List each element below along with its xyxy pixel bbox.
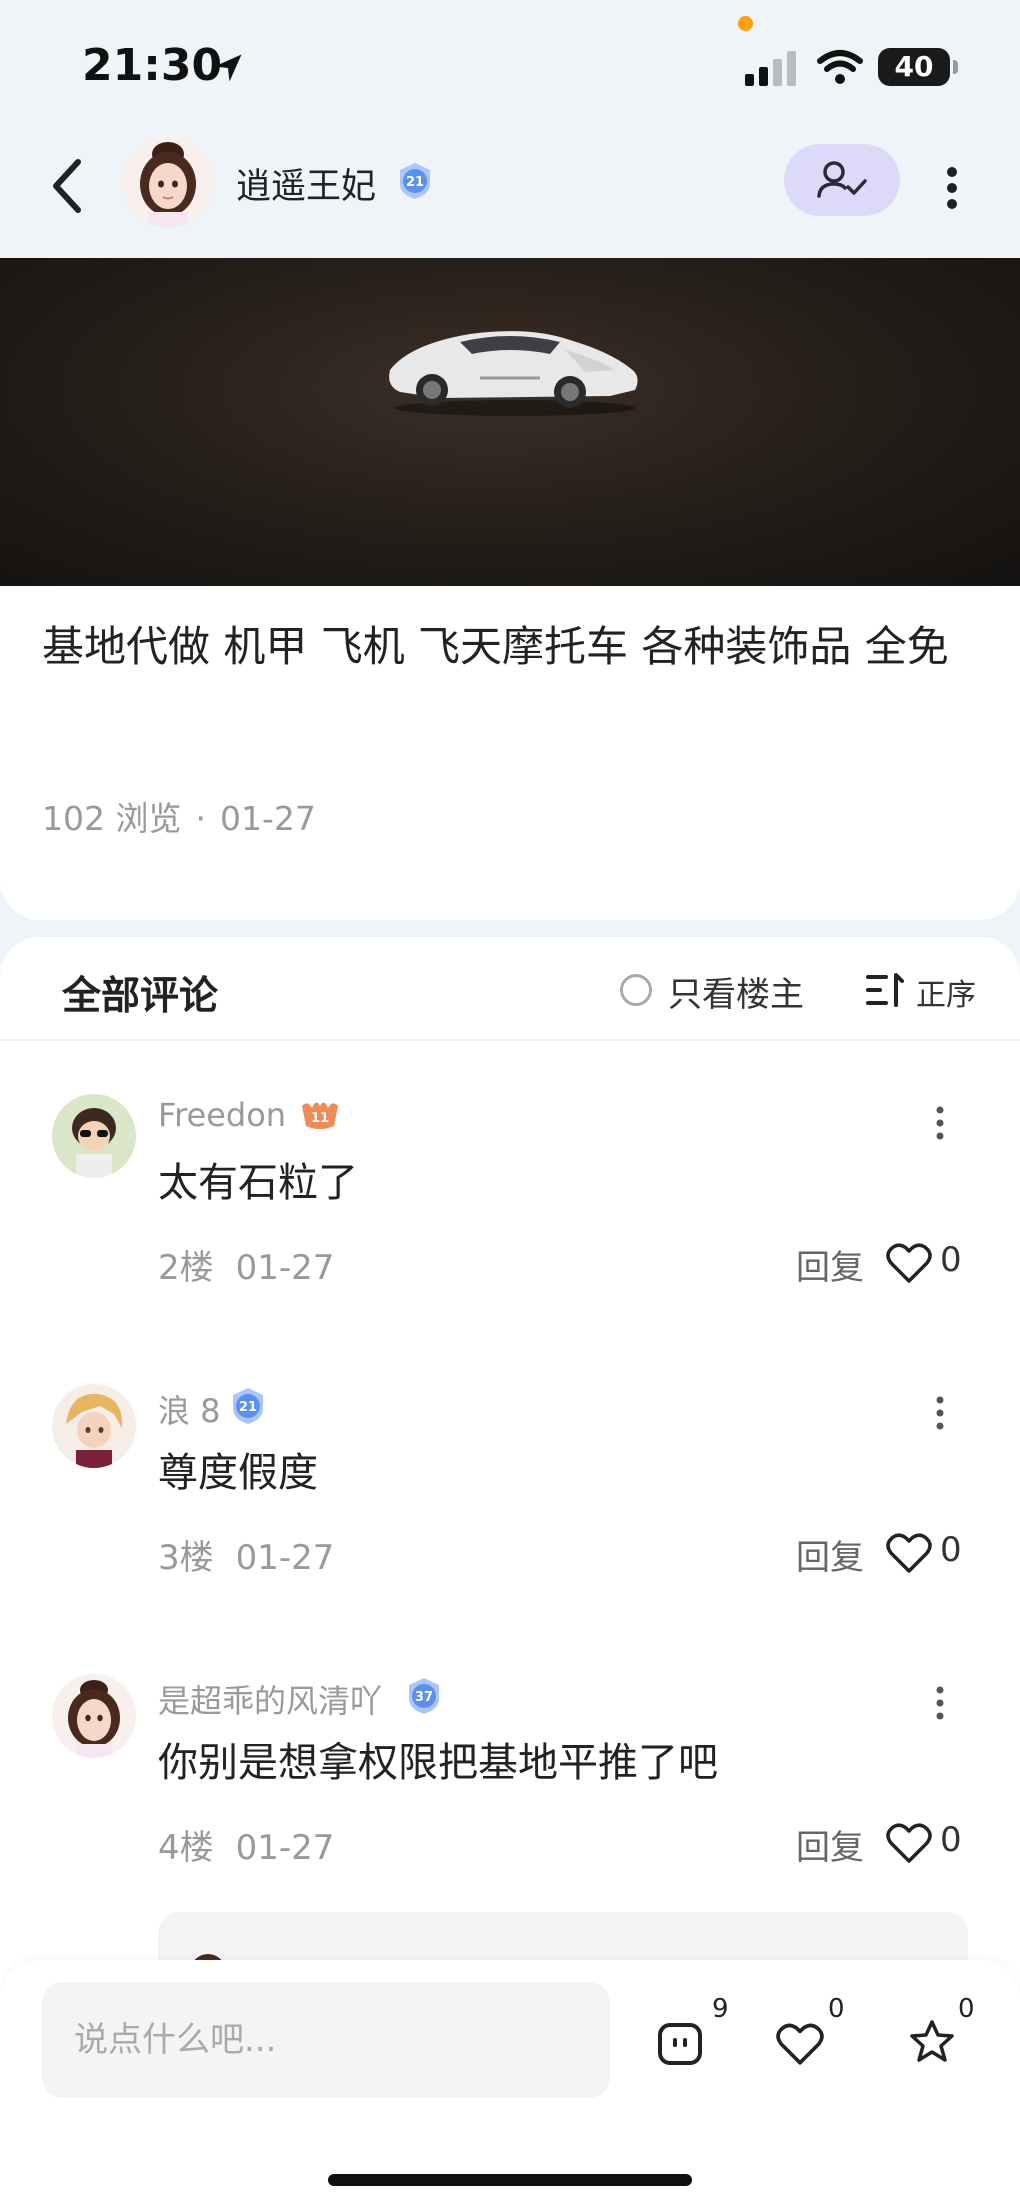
comment-username[interactable]: 浪 8 [158, 1386, 221, 1432]
heart-icon[interactable] [886, 1242, 932, 1284]
car-image [389, 331, 638, 416]
level-badge-text: 21 [406, 175, 424, 190]
comment-icon[interactable] [656, 2022, 704, 2066]
follow-icon [817, 161, 867, 198]
level-badge-icon: 21 [400, 163, 430, 199]
privacy-indicator [738, 16, 753, 31]
location-arrow-icon [214, 54, 242, 82]
favorite-count: 0 [958, 1994, 975, 2024]
comment-text: 尊度假度 [158, 1450, 318, 1496]
level-badge-text: 37 [415, 1690, 433, 1705]
more-icon[interactable] [930, 1680, 950, 1730]
level-badge-text: 21 [239, 1400, 257, 1415]
back-icon[interactable] [48, 156, 88, 216]
post-date: 01-27 [219, 799, 316, 838]
comment-avatar[interactable] [52, 1384, 136, 1468]
floor-number: 2楼 [158, 1248, 214, 1288]
comments-header: 全部评论 只看楼主 正序 [0, 937, 1020, 1041]
post-image[interactable] [0, 258, 1020, 586]
heart-icon[interactable] [886, 1822, 932, 1864]
signal-icon [745, 51, 796, 86]
level-badge-icon: 11 [302, 1102, 338, 1129]
battery-indicator: 40 [878, 48, 958, 86]
comment-username[interactable]: 是超乖的风清吖 [158, 1676, 382, 1722]
comment-avatar[interactable] [52, 1094, 136, 1178]
like-count: 0 [828, 1994, 845, 2024]
post-card: 基地代做 机甲 飞机 飞天摩托车 各种装饰品 全免 102 浏览 · 01-27 [0, 586, 1020, 920]
more-icon[interactable] [930, 1390, 950, 1440]
reply-button[interactable]: 回复 [796, 1530, 864, 1579]
home-indicator[interactable] [328, 2174, 692, 2186]
star-icon[interactable] [908, 2018, 956, 2066]
comment-item: Freedon 11 太有石粒了 2楼 01-27 回复 0 [0, 1094, 1020, 1384]
comment-input[interactable] [42, 1982, 610, 2098]
post-title: 基地代做 机甲 飞机 飞天摩托车 各种装饰品 全免 [42, 622, 949, 671]
post-header: 逍遥王妃 21 [0, 130, 1020, 258]
status-time: 21:30 [82, 40, 223, 91]
reply-button[interactable]: 回复 [796, 1240, 864, 1289]
comment-username[interactable]: Freedon [158, 1096, 286, 1134]
sort-icon[interactable] [864, 971, 904, 1009]
heart-icon[interactable] [776, 2022, 824, 2066]
owner-only-radio[interactable] [620, 974, 652, 1006]
floor-number: 4楼 [158, 1828, 214, 1868]
author-name[interactable]: 逍遥王妃 [236, 158, 376, 209]
heart-icon[interactable] [886, 1532, 932, 1574]
comment-avatar[interactable] [52, 1674, 136, 1758]
level-badge-icon: 37 [409, 1678, 439, 1714]
status-bar: 21:30 40 [0, 0, 1020, 130]
comment-floor: 3楼 01-27 [158, 1530, 334, 1579]
reply-button[interactable]: 回复 [796, 1820, 864, 1869]
more-icon[interactable] [930, 1100, 950, 1150]
wifi-icon [817, 50, 863, 84]
all-comments-label: 全部评论 [62, 974, 219, 1019]
follow-button[interactable] [784, 144, 900, 216]
comment-text: 你别是想拿权限把基地平推了吧 [158, 1740, 718, 1786]
post-meta: 102 浏览 · 01-27 [42, 792, 316, 840]
view-count: 102 浏览 [42, 799, 182, 838]
comment-date: 01-27 [235, 1248, 335, 1288]
comment-count: 9 [712, 1994, 729, 2024]
floor-number: 3楼 [158, 1538, 214, 1578]
comment-date: 01-27 [235, 1538, 335, 1578]
like-count: 0 [940, 1820, 962, 1860]
like-count: 0 [940, 1240, 962, 1280]
comment-floor: 2楼 01-27 [158, 1240, 334, 1289]
comment-floor: 4楼 01-27 [158, 1820, 334, 1869]
meta-separator: · [195, 799, 206, 838]
like-count: 0 [940, 1530, 962, 1570]
comment-date: 01-27 [235, 1828, 335, 1868]
comment-text: 太有石粒了 [158, 1160, 358, 1206]
author-avatar[interactable] [122, 136, 214, 228]
level-badge-text: 11 [311, 1111, 329, 1126]
sort-label[interactable]: 正序 [916, 970, 976, 1014]
level-badge-icon: 21 [233, 1388, 263, 1424]
comment-item: 浪 8 21 尊度假度 3楼 01-27 回复 0 [0, 1384, 1020, 1674]
bottom-comment-bar: 9 0 0 [0, 1960, 1020, 2207]
owner-only-label[interactable]: 只看楼主 [668, 967, 804, 1016]
more-icon[interactable] [940, 158, 964, 218]
